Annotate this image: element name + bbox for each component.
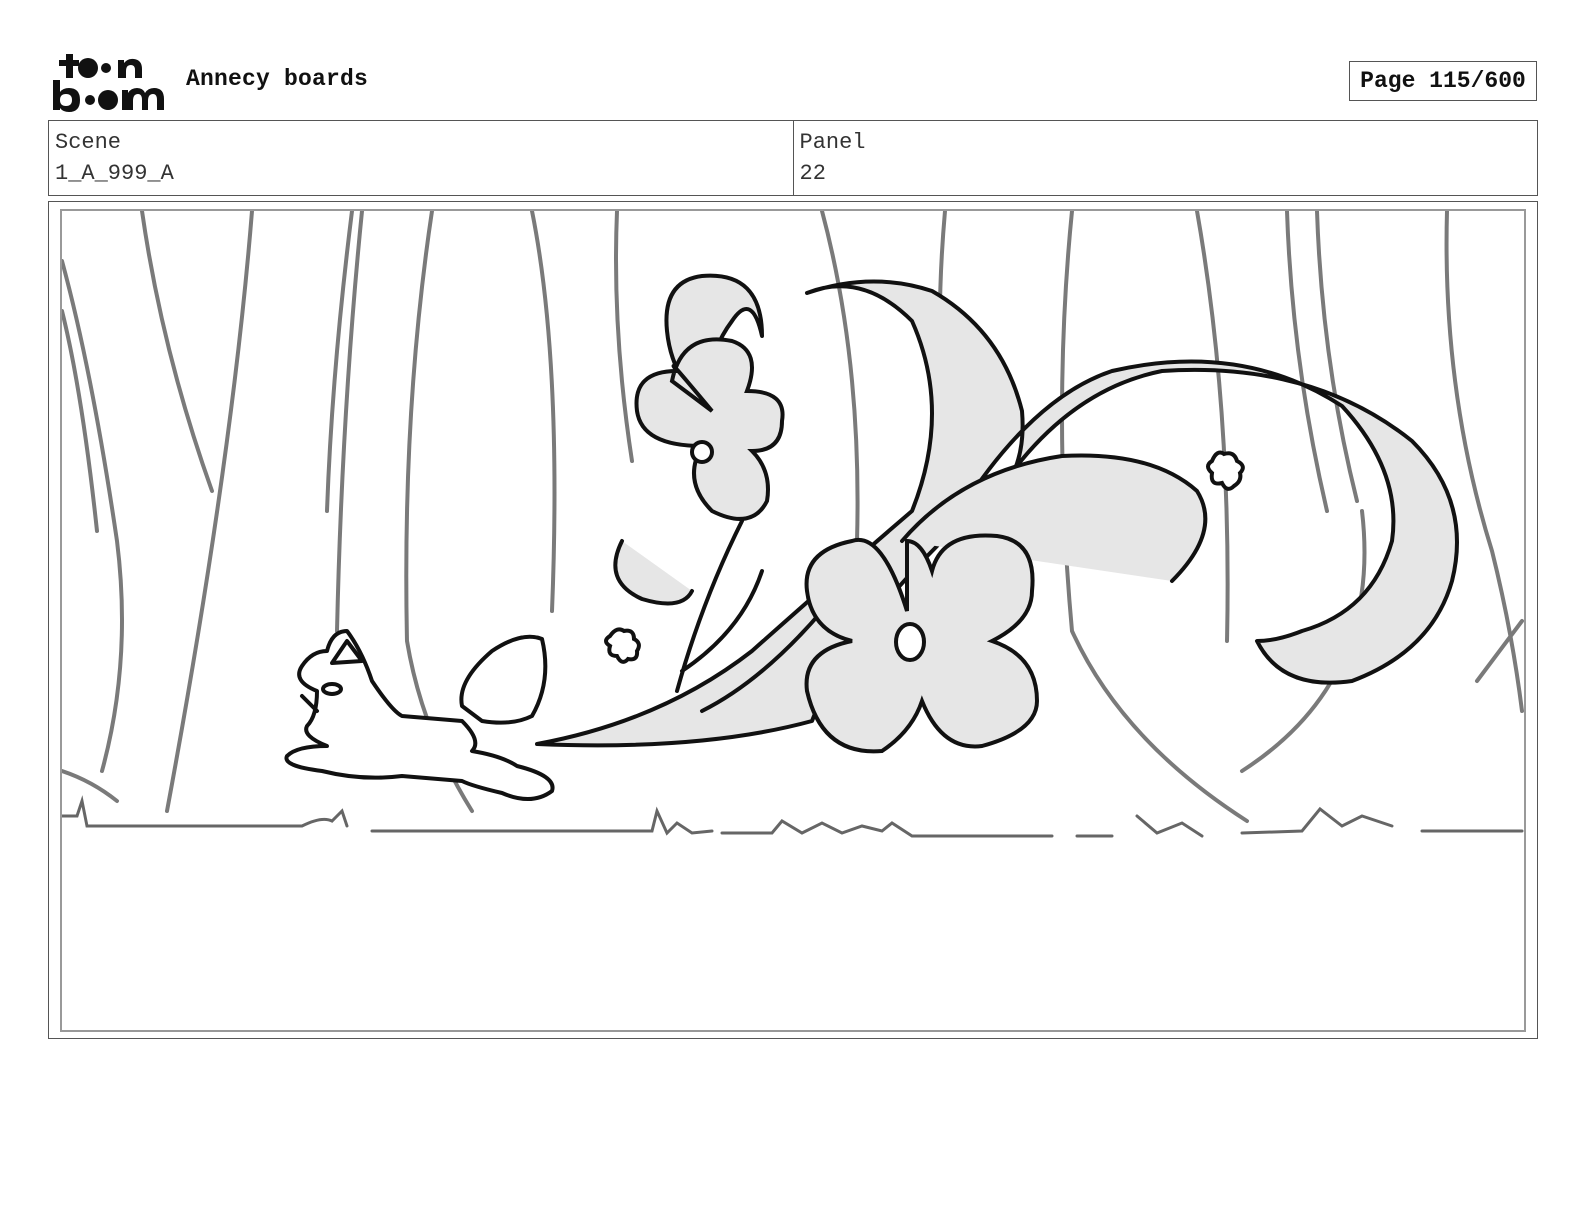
panel-cell: Panel 22 — [792, 121, 1538, 195]
storyboard-drawing — [62, 211, 1524, 838]
tree-trunks — [62, 211, 1524, 823]
toonboom-logo — [53, 54, 164, 112]
storyboard-panel — [60, 209, 1526, 1032]
flower-icon — [634, 337, 785, 521]
scene-cell: Scene 1_A_999_A — [49, 121, 793, 195]
panel-value: 22 — [799, 161, 826, 186]
scene-value: 1_A_999_A — [55, 161, 174, 186]
scene-label: Scene — [55, 130, 122, 155]
ground-line — [62, 795, 1524, 838]
fox-icon — [284, 629, 555, 801]
panel-label: Panel — [799, 130, 866, 155]
scene-panel-table: Scene 1_A_999_A Panel 22 — [48, 120, 1538, 196]
page-indicator: Page 115/600 — [1349, 61, 1537, 101]
flower-icon — [804, 533, 1040, 754]
document-title: Annecy boards — [186, 66, 369, 92]
